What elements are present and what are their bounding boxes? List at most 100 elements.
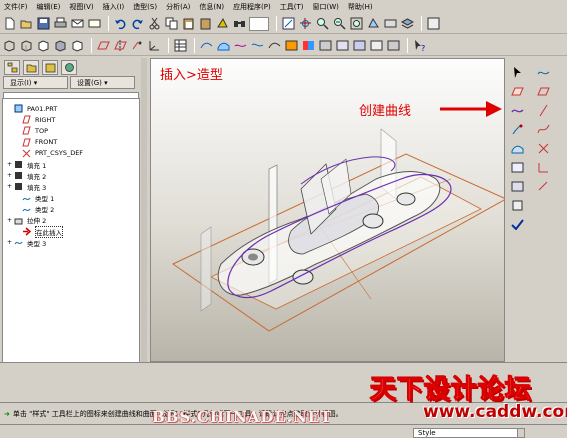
expand-toggle-icon[interactable]: +: [7, 217, 14, 224]
datum-points-icon[interactable]: [130, 38, 145, 53]
surface-connect-icon[interactable]: [508, 159, 526, 176]
tree-item[interactable]: 在此插入: [3, 225, 139, 238]
redo-icon[interactable]: [130, 16, 145, 31]
menu-analysis[interactable]: 分析(A): [166, 2, 190, 12]
trim-icon[interactable]: [250, 38, 265, 53]
menu-applications[interactable]: 应用程序(P): [233, 2, 271, 12]
print-icon[interactable]: [53, 16, 68, 31]
csys-tool-icon[interactable]: [534, 159, 552, 176]
edit-curve-icon[interactable]: [508, 121, 526, 138]
select-icon[interactable]: [508, 64, 526, 81]
offset-analysis-icon[interactable]: [386, 38, 401, 53]
view-table-icon[interactable]: [173, 38, 188, 53]
no-hidden-icon[interactable]: [36, 38, 51, 53]
analysis-tool-icon[interactable]: [534, 178, 552, 195]
copy-icon[interactable]: [164, 16, 179, 31]
hidden-line-icon[interactable]: [19, 38, 34, 53]
section-analysis-icon[interactable]: [369, 38, 384, 53]
new-file-icon[interactable]: [2, 16, 17, 31]
reflection-analysis-icon[interactable]: [318, 38, 333, 53]
context-help-icon[interactable]: ?: [412, 38, 427, 53]
color-analysis-icon[interactable]: [301, 38, 316, 53]
active-plane-icon[interactable]: [508, 83, 526, 100]
regenerate-icon[interactable]: [215, 16, 230, 31]
tree-item[interactable]: + 拉伸 2: [3, 215, 139, 226]
style-curve-icon[interactable]: [199, 38, 214, 53]
surface-trim-icon[interactable]: [508, 178, 526, 195]
tree-item[interactable]: FRONT: [3, 137, 139, 148]
curve-analysis-icon[interactable]: [267, 38, 282, 53]
menu-file[interactable]: 文件(F): [4, 2, 28, 12]
save-icon[interactable]: [36, 16, 51, 31]
tree-item[interactable]: PA01.PRT: [3, 103, 139, 114]
tree-item[interactable]: PRT_CSYS_DEF: [3, 148, 139, 159]
repaint-icon[interactable]: [281, 16, 296, 31]
expand-toggle-icon[interactable]: +: [7, 183, 14, 190]
cut-icon[interactable]: [147, 16, 162, 31]
zoom-in-icon[interactable]: [315, 16, 330, 31]
menu-style[interactable]: 造型(S): [133, 2, 157, 12]
undo-icon[interactable]: [113, 16, 128, 31]
tree-item[interactable]: 类型 2: [3, 204, 139, 215]
menu-edit[interactable]: 编辑(E): [37, 2, 61, 12]
expand-toggle-icon[interactable]: +: [7, 239, 14, 246]
create-curve-icon[interactable]: [508, 102, 526, 119]
expand-toggle-icon[interactable]: +: [7, 172, 14, 179]
sketched-curve-icon[interactable]: [534, 121, 552, 138]
tab-connections[interactable]: [61, 59, 77, 75]
surface-icon[interactable]: [508, 140, 526, 157]
tree-item[interactable]: + 填充 1: [3, 159, 139, 170]
menu-tools[interactable]: 工具(T): [280, 2, 304, 12]
menu-window[interactable]: 窗口(W): [313, 2, 339, 12]
paste-icon[interactable]: [181, 16, 196, 31]
datum-plane-tool-icon[interactable]: [534, 83, 552, 100]
spin-center-icon[interactable]: [298, 16, 313, 31]
email-attach-icon[interactable]: [87, 16, 102, 31]
tree-item[interactable]: + 类型 3: [3, 237, 139, 248]
selection-filter-dropdown[interactable]: [249, 16, 269, 31]
style-surface-icon[interactable]: [216, 38, 231, 53]
menu-help[interactable]: 帮助(H): [348, 2, 373, 12]
menu-insert[interactable]: 插入(I): [103, 2, 125, 12]
tree-item[interactable]: + 填充 3: [3, 181, 139, 192]
datum-axis-tool-icon[interactable]: [534, 102, 552, 119]
datum-axes-icon[interactable]: [113, 38, 128, 53]
expand-toggle-icon[interactable]: +: [7, 161, 14, 168]
find-icon[interactable]: [232, 16, 247, 31]
menu-info[interactable]: 信息(N): [199, 2, 224, 12]
show-dropdown[interactable]: 显示(I) ▾: [3, 76, 68, 89]
coordinate-systems-icon[interactable]: [147, 38, 162, 53]
surface-analysis-icon[interactable]: [284, 38, 299, 53]
reorient-icon[interactable]: [366, 16, 381, 31]
send-mail-icon[interactable]: [70, 16, 85, 31]
refit-icon[interactable]: [349, 16, 364, 31]
shading-icon[interactable]: [53, 38, 68, 53]
filter-dropdown-button[interactable]: [517, 428, 525, 438]
slope-analysis-icon[interactable]: [352, 38, 367, 53]
tree-item[interactable]: TOP: [3, 125, 139, 136]
cube-display-icon[interactable]: [70, 38, 85, 53]
datum-planes-icon[interactable]: [96, 38, 111, 53]
saved-views-icon[interactable]: [383, 16, 398, 31]
datum-point-tool-icon[interactable]: [534, 140, 552, 157]
draft-analysis-icon[interactable]: [335, 38, 350, 53]
tree-item[interactable]: 类型 1: [3, 193, 139, 204]
tab-model-tree[interactable]: [4, 59, 20, 75]
layers-icon[interactable]: [400, 16, 415, 31]
zoom-out-icon[interactable]: [332, 16, 347, 31]
open-file-icon[interactable]: [19, 16, 34, 31]
wireframe-icon[interactable]: [2, 38, 17, 53]
left-panel-splitter[interactable]: [141, 58, 147, 378]
tree-item[interactable]: RIGHT: [3, 114, 139, 125]
connect-icon[interactable]: [233, 38, 248, 53]
settings-dropdown[interactable]: 设置(G) ▾: [70, 76, 135, 89]
menu-view[interactable]: 视图(V): [69, 2, 93, 12]
filter-selector[interactable]: Style: [413, 428, 523, 438]
paste-special-icon[interactable]: [198, 16, 213, 31]
surface-edit-icon[interactable]: [508, 197, 526, 214]
view-manager-icon[interactable]: [426, 16, 441, 31]
tab-favorites[interactable]: [42, 59, 58, 75]
tab-folder-browser[interactable]: [23, 59, 39, 75]
style-curve-panel-icon[interactable]: [534, 64, 552, 81]
tree-item[interactable]: + 填充 2: [3, 170, 139, 181]
